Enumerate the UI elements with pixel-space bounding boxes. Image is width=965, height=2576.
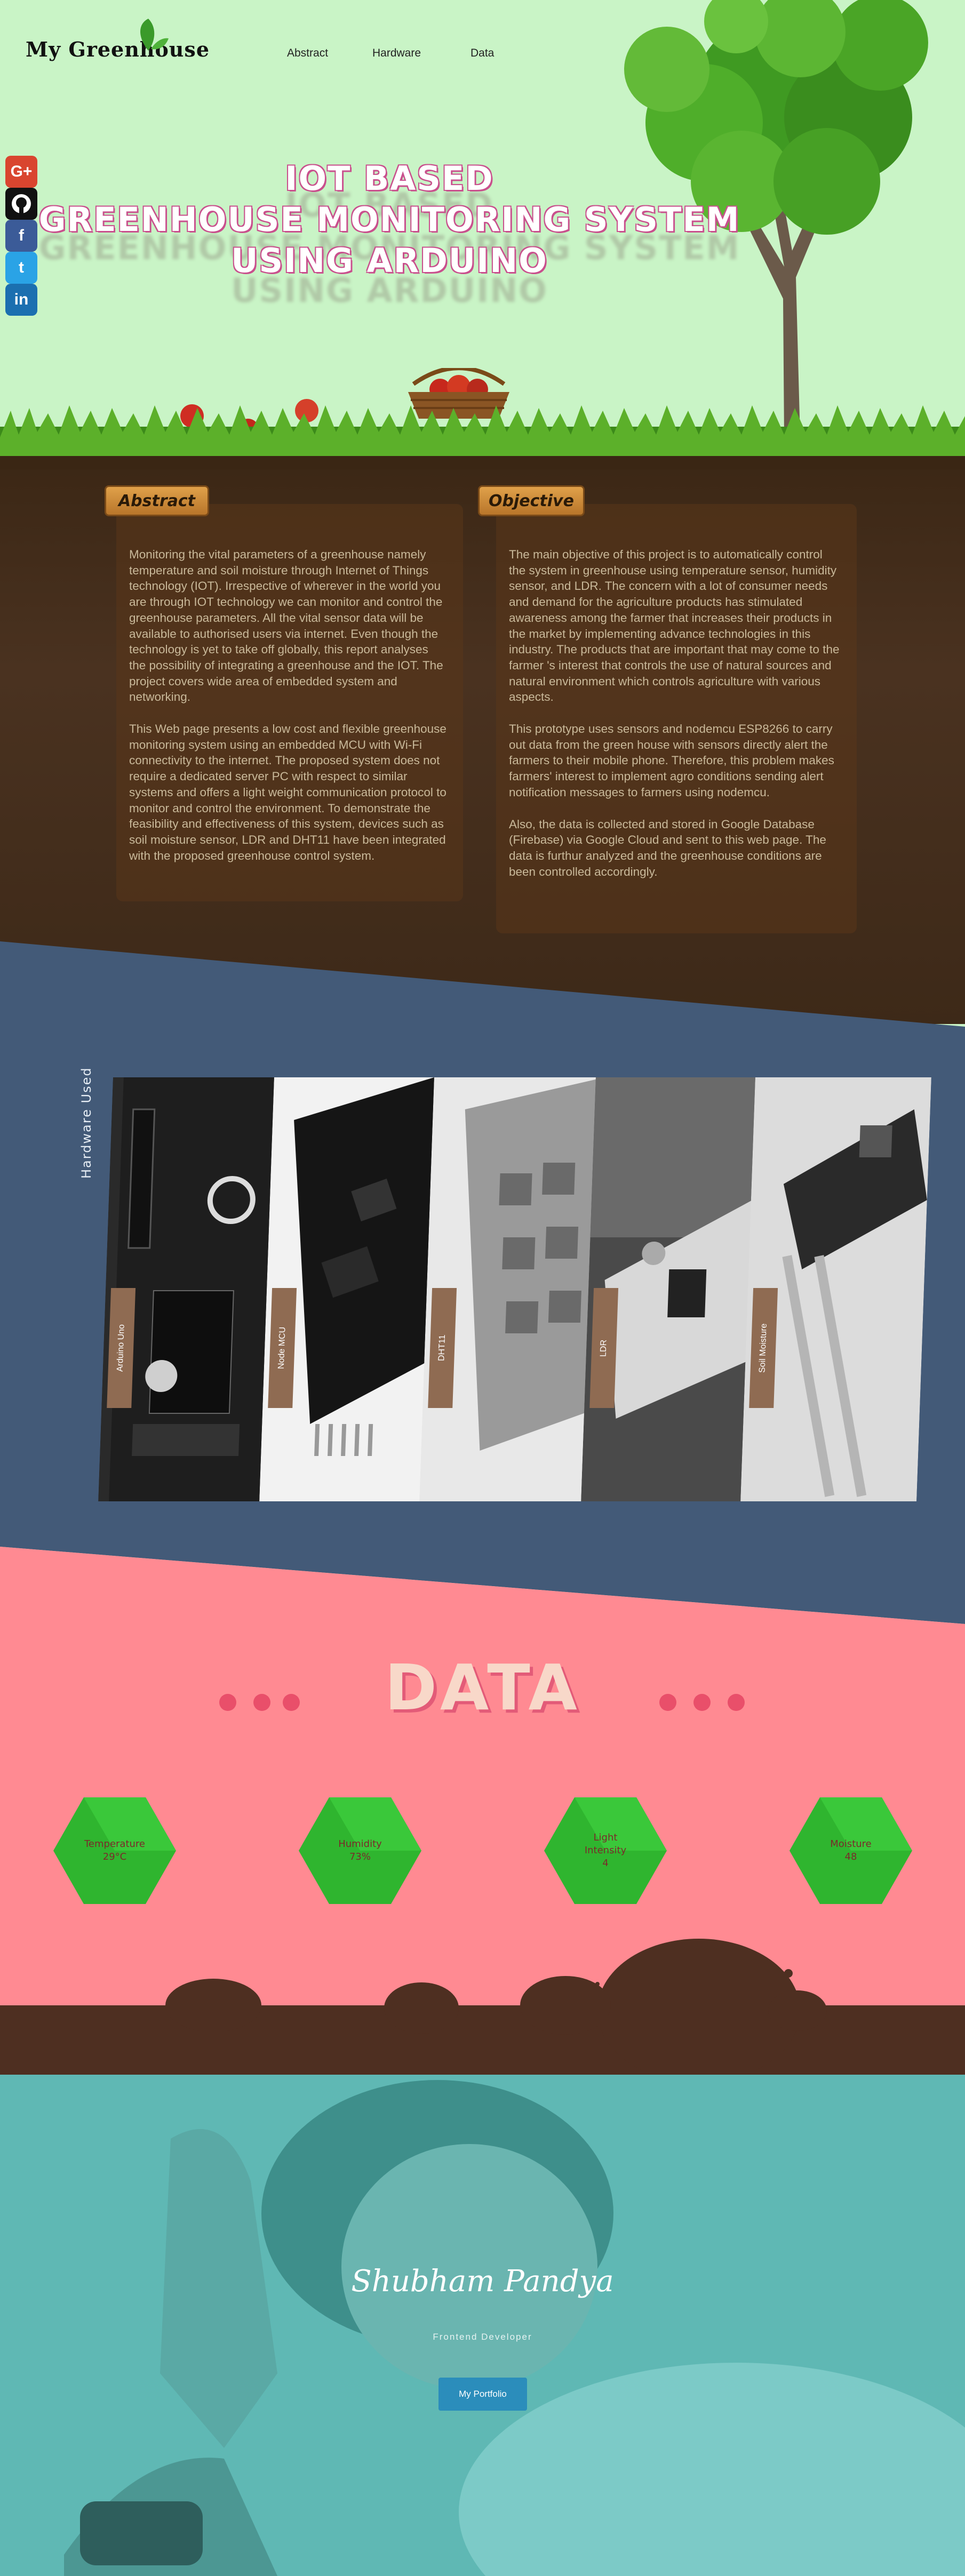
hardware-tag-ldr: LDR (589, 1288, 619, 1408)
profile-role: Frontend Developer (433, 2332, 532, 2342)
hardware-card-arduino-uno[interactable]: Arduino Uno (98, 1077, 289, 1501)
profile-name: Shubham Pandya (351, 2264, 614, 2299)
reading-light-value: 4 (602, 1858, 609, 1869)
portfolio-button[interactable]: My Portfolio (438, 2378, 527, 2411)
decor-dot (283, 1694, 300, 1711)
hardware-tag-node-mcu: Node MCU (268, 1288, 297, 1408)
hardware-tag-soil-moisture: Soil Moisture (749, 1288, 778, 1408)
reading-temperature: Temperature 29°C (53, 1797, 176, 1904)
reading-temperature-value: 29°C (102, 1851, 127, 1862)
hardware-card-dht11[interactable]: DHT11 (419, 1077, 610, 1501)
hardware-tag-arduino-uno: Arduino Uno (107, 1288, 136, 1408)
reading-temperature-label: Temperature (84, 1838, 146, 1850)
decor-dot (659, 1694, 676, 1711)
reading-moisture-label: Moisture (830, 1838, 872, 1850)
reading-moisture-value: 48 (844, 1851, 857, 1862)
reading-humidity-label: Humidity (338, 1838, 382, 1850)
hardware-card-soil-moisture[interactable]: Soil Moisture (740, 1077, 931, 1501)
reading-moisture: Moisture 48 (789, 1797, 912, 1904)
decor-dot (728, 1694, 745, 1711)
hardware-tag-dht11: DHT11 (428, 1288, 457, 1408)
decor-dot (253, 1694, 270, 1711)
reading-light-label: Light Intensity (584, 1832, 627, 1856)
reading-humidity: Humidity 73% (299, 1797, 421, 1904)
profile-section (0, 2075, 965, 2576)
profile-photo (0, 2075, 965, 2576)
decor-dot (693, 1694, 711, 1711)
decor-dot (219, 1694, 236, 1711)
hardware-section-label: Hardware Used (79, 1067, 94, 1179)
reading-humidity-value: 73% (349, 1851, 371, 1862)
data-title: DATA (385, 1651, 580, 1724)
reading-light-intensity: Light Intensity 4 (544, 1797, 667, 1904)
